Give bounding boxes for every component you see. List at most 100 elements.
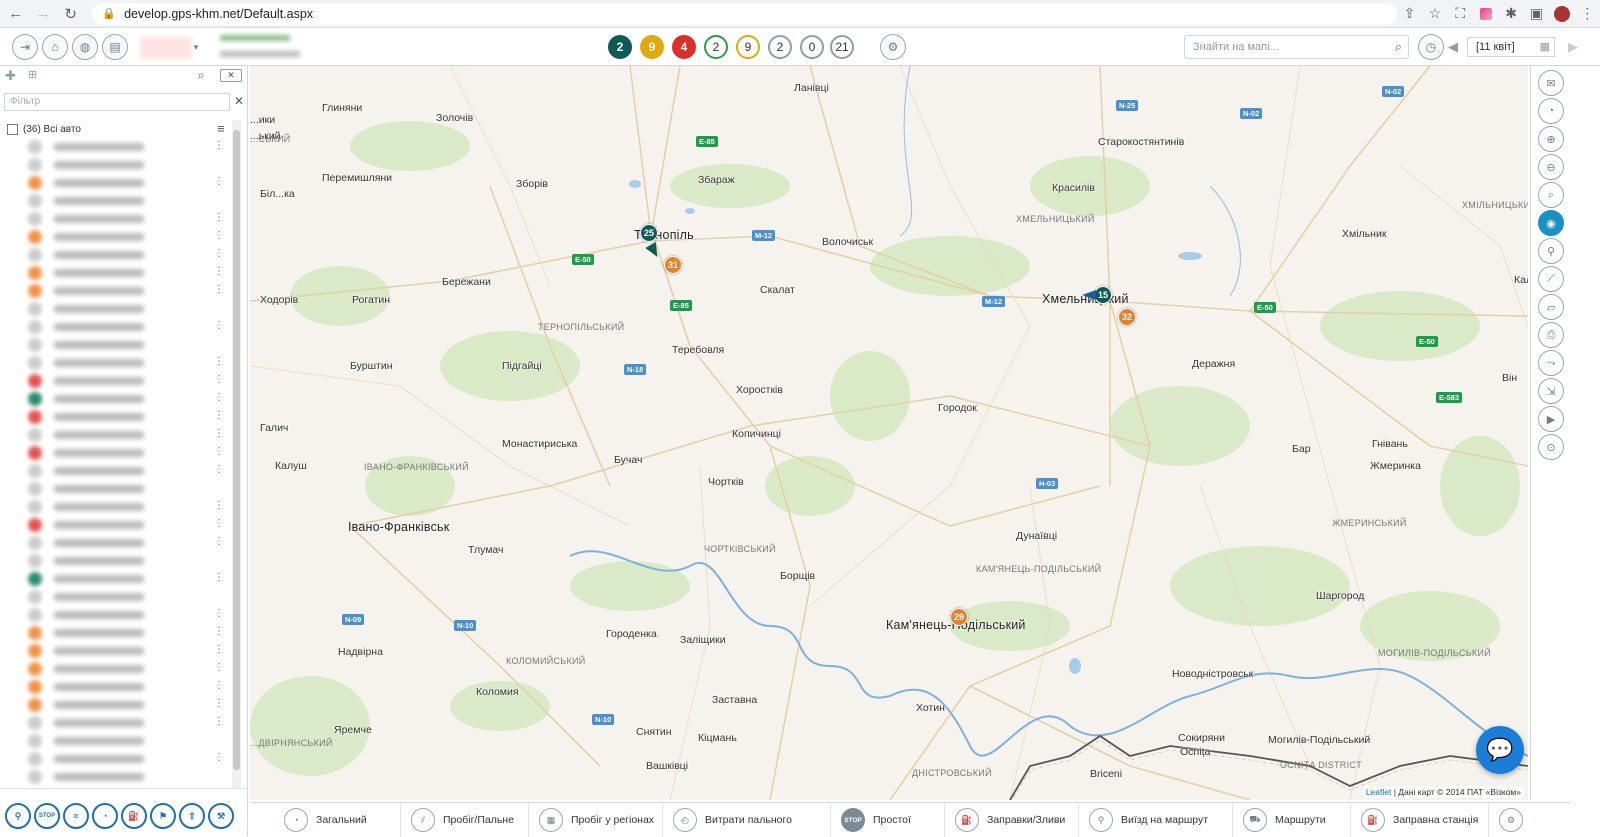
vehicle-menu-icon[interactable]: ⋮ [214, 645, 224, 655]
account-dropdown-icon[interactable]: ▾ [190, 41, 202, 53]
report-icon[interactable]: ▤ [102, 34, 128, 60]
vehicle-row[interactable]: ⋮ [0, 714, 232, 732]
chat-icon[interactable]: 💬 [1476, 726, 1524, 774]
mail-icon[interactable]: ✉ [1538, 70, 1564, 96]
vehicle-row[interactable]: ⋮ [0, 516, 232, 534]
vehicle-row[interactable]: ⋮ [0, 498, 232, 516]
report-tab[interactable]: ⛽ Заправки/Зливи [944, 803, 1065, 837]
map-view[interactable]: Ланівці Глиняни Золочів Збараж Старокостянти… [250, 66, 1528, 800]
vehicle-row[interactable]: ⋮ [0, 354, 232, 372]
vehicle-row[interactable]: ⋮ [0, 462, 232, 480]
vehicle-menu-icon[interactable]: ⋮ [214, 501, 224, 511]
report-tab[interactable]: ▦ Пробіг у регіонах [528, 803, 654, 837]
area-icon[interactable]: ▱ [1538, 294, 1564, 320]
zoom-out-icon[interactable]: ⊖ [1538, 154, 1564, 180]
road-sign-icon[interactable]: ⇧ [179, 803, 205, 829]
auto-group-icon[interactable]: ⊞ [28, 68, 37, 81]
vehicle-cluster-marker[interactable]: 15 [1094, 286, 1112, 304]
vehicle-menu-icon[interactable]: ⋮ [214, 177, 224, 187]
vehicle-row[interactable]: ⋮ [0, 390, 232, 408]
vehicle-menu-icon[interactable]: ⋮ [214, 213, 224, 223]
tools-icon[interactable]: ⚒ [208, 803, 234, 829]
calendar-icon[interactable]: ▦ [1540, 40, 1550, 53]
vehicle-row[interactable]: ⋮ [0, 174, 232, 192]
vehicle-menu-icon[interactable]: ⋮ [214, 465, 224, 475]
vehicle-row[interactable]: ⋮ [0, 372, 232, 390]
vehicle-row[interactable]: ⋮ [0, 696, 232, 714]
vehicle-menu-icon[interactable]: ⋮ [214, 249, 224, 259]
vehicle-row[interactable]: ⋮ [0, 264, 232, 282]
share-icon[interactable]: ⇪ [1397, 2, 1422, 26]
vehicle-menu-icon[interactable]: ⋮ [214, 267, 224, 277]
vehicle-row[interactable] [0, 768, 232, 786]
flag-icon[interactable]: ⚑ [150, 803, 176, 829]
vehicle-row[interactable] [0, 336, 232, 354]
add-icon[interactable]: ✚ [5, 68, 16, 84]
puzzle-icon[interactable]: ✱ [1498, 2, 1523, 26]
extension-gradient-icon[interactable] [1473, 2, 1498, 26]
vehicle-row[interactable] [0, 552, 232, 570]
vehicle-cluster-marker[interactable]: 31 [664, 256, 682, 274]
vehicle-row[interactable] [0, 156, 232, 174]
vehicle-menu-icon[interactable]: ⋮ [214, 519, 224, 529]
zoom-search-icon[interactable]: ⌕ [1538, 182, 1564, 208]
reload-icon[interactable]: ↻ [59, 2, 82, 26]
status-badge[interactable]: 9 [640, 35, 664, 59]
vehicle-menu-icon[interactable]: ⋮ [214, 753, 224, 763]
vehicle-row[interactable]: ⋮ [0, 678, 232, 696]
satellite-icon[interactable]: ◔ [1538, 98, 1564, 124]
report-tab[interactable]: ⫽ Пробіг/Пальне [400, 803, 514, 837]
panel-close-icon[interactable]: ✕ [220, 69, 242, 82]
report-tab[interactable]: ◔ Загальний [274, 803, 367, 837]
globe-icon[interactable]: ◍ [72, 34, 98, 60]
vehicle-cluster-marker[interactable]: 25 [640, 224, 658, 242]
bookmark-star-icon[interactable]: ☆ [1422, 2, 1447, 26]
vehicle-row[interactable] [0, 192, 232, 210]
report-tab[interactable]: ⛽ Заправна станція [1350, 803, 1478, 837]
scroll-thumb[interactable] [233, 130, 240, 770]
status-badge[interactable]: 0 [800, 35, 824, 59]
status-badge[interactable]: 9 [736, 35, 760, 59]
kebab-menu-icon[interactable]: ⋮ [1575, 2, 1600, 26]
measure-icon[interactable]: ⟋ [1538, 266, 1564, 292]
report-tab[interactable]: ⛟ Маршрути [1232, 803, 1326, 837]
address-bar[interactable]: 🔒 develop.gps-khm.net/Default.aspx [92, 2, 1397, 25]
logout-icon[interactable]: ⇥ [12, 34, 38, 60]
next-date-icon[interactable]: ▶ [1568, 39, 1578, 55]
vehicle-row[interactable] [0, 300, 232, 318]
vehicle-menu-icon[interactable]: ⋮ [214, 285, 224, 295]
vehicle-row[interactable] [0, 480, 232, 498]
status-badge[interactable]: 2 [608, 35, 632, 59]
vehicle-row[interactable]: ⋮ [0, 426, 232, 444]
vehicle-menu-icon[interactable]: ⋮ [214, 537, 224, 547]
vehicle-row[interactable]: ⋮ [0, 660, 232, 678]
status-badge[interactable]: 4 [672, 35, 696, 59]
vehicle-row[interactable]: ⋮ [0, 642, 232, 660]
vehicle-menu-icon[interactable]: ⋮ [214, 411, 224, 421]
vehicle-row[interactable] [0, 588, 232, 606]
vehicle-list-scrollbar[interactable] [232, 120, 241, 788]
vehicle-menu-icon[interactable]: ⋮ [214, 393, 224, 403]
vehicle-cluster-marker[interactable]: 29 [950, 608, 968, 626]
report-tab[interactable]: ◴ Витрати пального [662, 803, 792, 837]
vehicle-menu-icon[interactable]: ⋮ [214, 627, 224, 637]
date-field[interactable]: [11 квіт] ▦ [1467, 37, 1555, 57]
export-icon[interactable]: ⇲ [1538, 378, 1564, 404]
vehicle-row[interactable]: ⋮ [0, 444, 232, 462]
vehicle-cluster-marker[interactable]: 32 [1118, 308, 1136, 326]
vehicle-row[interactable]: ⋮ [0, 318, 232, 336]
vehicle-menu-icon[interactable]: ⋮ [214, 447, 224, 457]
map-layer-icon[interactable]: ◉ [1538, 210, 1564, 236]
vehicle-row[interactable]: ⋮ [0, 750, 232, 768]
prev-date-icon[interactable]: ◀ [1448, 39, 1458, 55]
vehicle-menu-icon[interactable]: ⋮ [214, 321, 224, 331]
stop-sign-icon[interactable]: STOP [34, 803, 60, 829]
vehicle-menu-icon[interactable]: ⋮ [214, 681, 224, 691]
status-badge[interactable]: 2 [704, 35, 728, 59]
vehicle-menu-icon[interactable]: ⋮ [214, 699, 224, 709]
route-icon[interactable]: ⤳ [1538, 350, 1564, 376]
zoom-in-icon[interactable]: ⊕ [1538, 126, 1564, 152]
report-tab[interactable]: ⚲ Виїзд на маршрут [1078, 803, 1208, 837]
forward-icon[interactable]: → [31, 2, 54, 26]
vehicle-row[interactable]: ⋮ [0, 534, 232, 552]
